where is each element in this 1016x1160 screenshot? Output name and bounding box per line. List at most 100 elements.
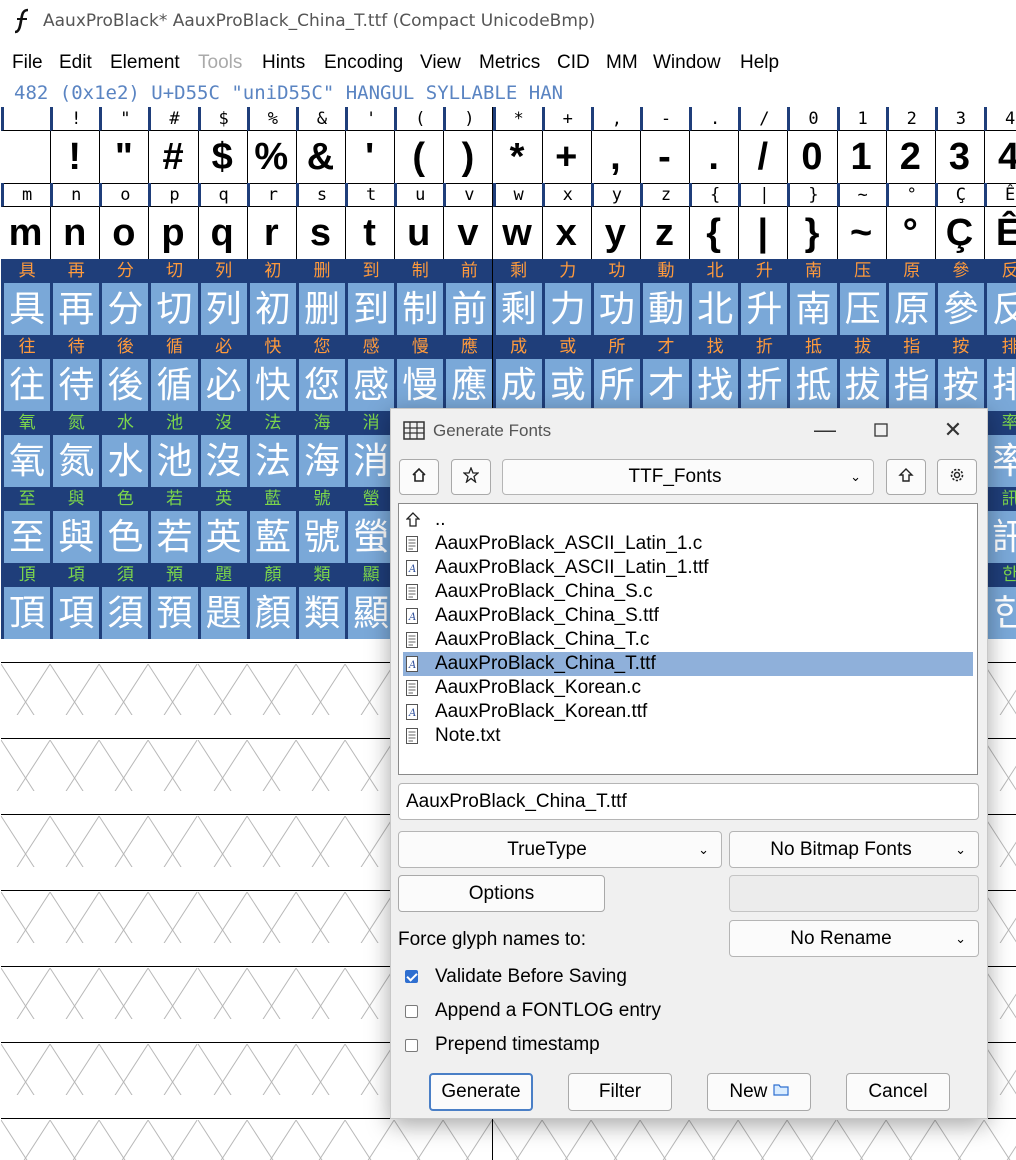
glyph-cell[interactable] — [197, 1095, 248, 1160]
glyph-cell[interactable]: (( — [394, 107, 445, 184]
glyph-cell[interactable]: 氮氮 — [50, 411, 101, 488]
generate-button[interactable]: Generate — [429, 1073, 533, 1111]
glyph-cell[interactable] — [984, 867, 1016, 944]
glyph-cell[interactable]: 指指 — [885, 335, 936, 412]
options-button[interactable]: Options — [398, 875, 605, 912]
glyph-cell[interactable]: 感感 — [345, 335, 396, 412]
glyph-cell[interactable]: ~ ~ — [836, 183, 887, 260]
glyph-cell[interactable]: 33 — [934, 107, 985, 184]
glyph-cell[interactable]: ° ° — [885, 183, 936, 260]
glyph-cell[interactable]: ,, — [590, 107, 641, 184]
glyph-cell[interactable]: ÊÊ — [984, 183, 1016, 260]
glyph-cell[interactable] — [1, 943, 52, 1020]
rename-select[interactable]: No Rename ⌄ — [729, 920, 979, 957]
glyph-cell[interactable] — [295, 1095, 347, 1160]
validate-label[interactable]: Validate Before Saving — [435, 966, 627, 988]
timestamp-label[interactable]: Prepend timestamp — [435, 1034, 600, 1056]
file-list-item[interactable]: A AauxProBlack_Korean.ttf — [403, 700, 973, 724]
glyph-cell[interactable]: 色色 — [99, 487, 150, 564]
glyph-cell[interactable]: + + — [541, 107, 592, 184]
glyph-cell[interactable]: 循循 — [148, 335, 199, 412]
file-list-item[interactable]: A AauxProBlack_China_S.ttf — [403, 604, 973, 628]
glyph-cell[interactable]: 動動 — [639, 259, 691, 336]
glyph-cell[interactable]: vv — [443, 183, 494, 260]
glyph-cell[interactable]: ss — [295, 183, 347, 260]
glyph-cell[interactable]: 應應 — [443, 335, 494, 412]
glyph-cell[interactable]: 往往 — [1, 335, 52, 412]
glyph-cell[interactable] — [345, 943, 396, 1020]
maximize-icon[interactable] — [861, 415, 901, 445]
glyph-cell[interactable]: .. — [689, 107, 740, 184]
glyph-cell[interactable]: 題題 — [197, 563, 248, 640]
glyph-cell[interactable]: 한한 — [984, 563, 1016, 640]
menu-view[interactable]: View — [420, 52, 461, 74]
glyph-cell[interactable] — [99, 1095, 150, 1160]
glyph-cell[interactable] — [197, 867, 248, 944]
glyph-cell[interactable]: 沒沒 — [197, 411, 248, 488]
file-list-item[interactable]: AauxProBlack_China_T.c — [403, 628, 973, 652]
glyph-cell[interactable]: oo — [99, 183, 150, 260]
glyph-cell[interactable]: 參參 — [934, 259, 985, 336]
glyph-cell[interactable] — [246, 639, 297, 716]
new-folder-button[interactable]: New — [707, 1073, 811, 1111]
glyph-cell[interactable]: 删删 — [295, 259, 347, 336]
glyph-cell[interactable]: & & — [295, 107, 347, 184]
glyph-cell[interactable]: 功功 — [590, 259, 641, 336]
glyph-cell[interactable]: 制制 — [394, 259, 445, 336]
glyph-cell[interactable]: 法法 — [246, 411, 297, 488]
validate-checkbox[interactable] — [405, 970, 418, 983]
glyph-cell[interactable]: 00 — [787, 107, 838, 184]
glyph-cell[interactable] — [246, 1019, 297, 1096]
glyph-cell[interactable]: qq — [197, 183, 248, 260]
glyph-cell[interactable]: 消消 — [345, 411, 396, 488]
glyph-cell[interactable]: 與與 — [50, 487, 101, 564]
glyph-cell[interactable]: )) — [443, 107, 494, 184]
glyph-cell[interactable]: 南南 — [787, 259, 838, 336]
glyph-cell[interactable]: 22 — [885, 107, 936, 184]
glyph-cell[interactable] — [148, 791, 199, 868]
glyph-cell[interactable]: nn — [50, 183, 101, 260]
glyph-cell[interactable] — [246, 867, 297, 944]
glyph-cell[interactable]: 再再 — [50, 259, 101, 336]
glyph-cell[interactable]: 海海 — [295, 411, 347, 488]
glyph-cell[interactable] — [1, 1019, 52, 1096]
glyph-cell[interactable]: 或或 — [541, 335, 592, 412]
glyph-cell[interactable]: 類類 — [295, 563, 347, 640]
glyph-cell[interactable]: xx — [541, 183, 592, 260]
glyph-cell[interactable]: 前前 — [443, 259, 494, 336]
menu-encoding[interactable]: Encoding — [324, 52, 403, 74]
glyph-cell[interactable]: 找找 — [689, 335, 740, 412]
glyph-cell[interactable] — [295, 1019, 347, 1096]
glyph-cell[interactable]: yy — [590, 183, 641, 260]
glyph-cell[interactable]: tt — [345, 183, 396, 260]
glyph-cell[interactable]: 按按 — [934, 335, 985, 412]
glyph-cell[interactable] — [295, 867, 347, 944]
menu-element[interactable]: Element — [110, 52, 180, 74]
glyph-cell[interactable]: 藍藍 — [246, 487, 297, 564]
glyph-cell[interactable] — [99, 943, 150, 1020]
menu-tools[interactable]: Tools — [198, 52, 242, 74]
menu-edit[interactable]: Edit — [59, 52, 92, 74]
glyph-cell[interactable]: ' ' — [345, 107, 396, 184]
glyph-cell[interactable] — [50, 943, 101, 1020]
glyph-cell[interactable]: 英英 — [197, 487, 248, 564]
glyph-cell[interactable]: 率率 — [984, 411, 1016, 488]
glyph-cell[interactable]: 項項 — [50, 563, 101, 640]
glyph-cell[interactable] — [295, 791, 347, 868]
glyph-cell[interactable] — [345, 639, 396, 716]
parent-directory-item[interactable]: .. — [403, 508, 973, 532]
menu-hints[interactable]: Hints — [262, 52, 305, 74]
home-button[interactable] — [399, 459, 439, 495]
glyph-cell[interactable]: 顏顏 — [246, 563, 297, 640]
glyph-cell[interactable] — [246, 791, 297, 868]
parent-dir-button[interactable] — [886, 459, 926, 495]
glyph-cell[interactable] — [197, 943, 248, 1020]
glyph-cell[interactable] — [1, 639, 52, 716]
glyph-cell[interactable] — [148, 639, 199, 716]
fontlog-label[interactable]: Append a FONTLOG entry — [435, 1000, 661, 1022]
glyph-cell[interactable]: * * — [492, 107, 543, 184]
glyph-cell[interactable]: 切切 — [148, 259, 199, 336]
glyph-cell[interactable] — [246, 943, 297, 1020]
glyph-cell[interactable] — [295, 715, 347, 792]
glyph-cell[interactable] — [197, 1019, 248, 1096]
